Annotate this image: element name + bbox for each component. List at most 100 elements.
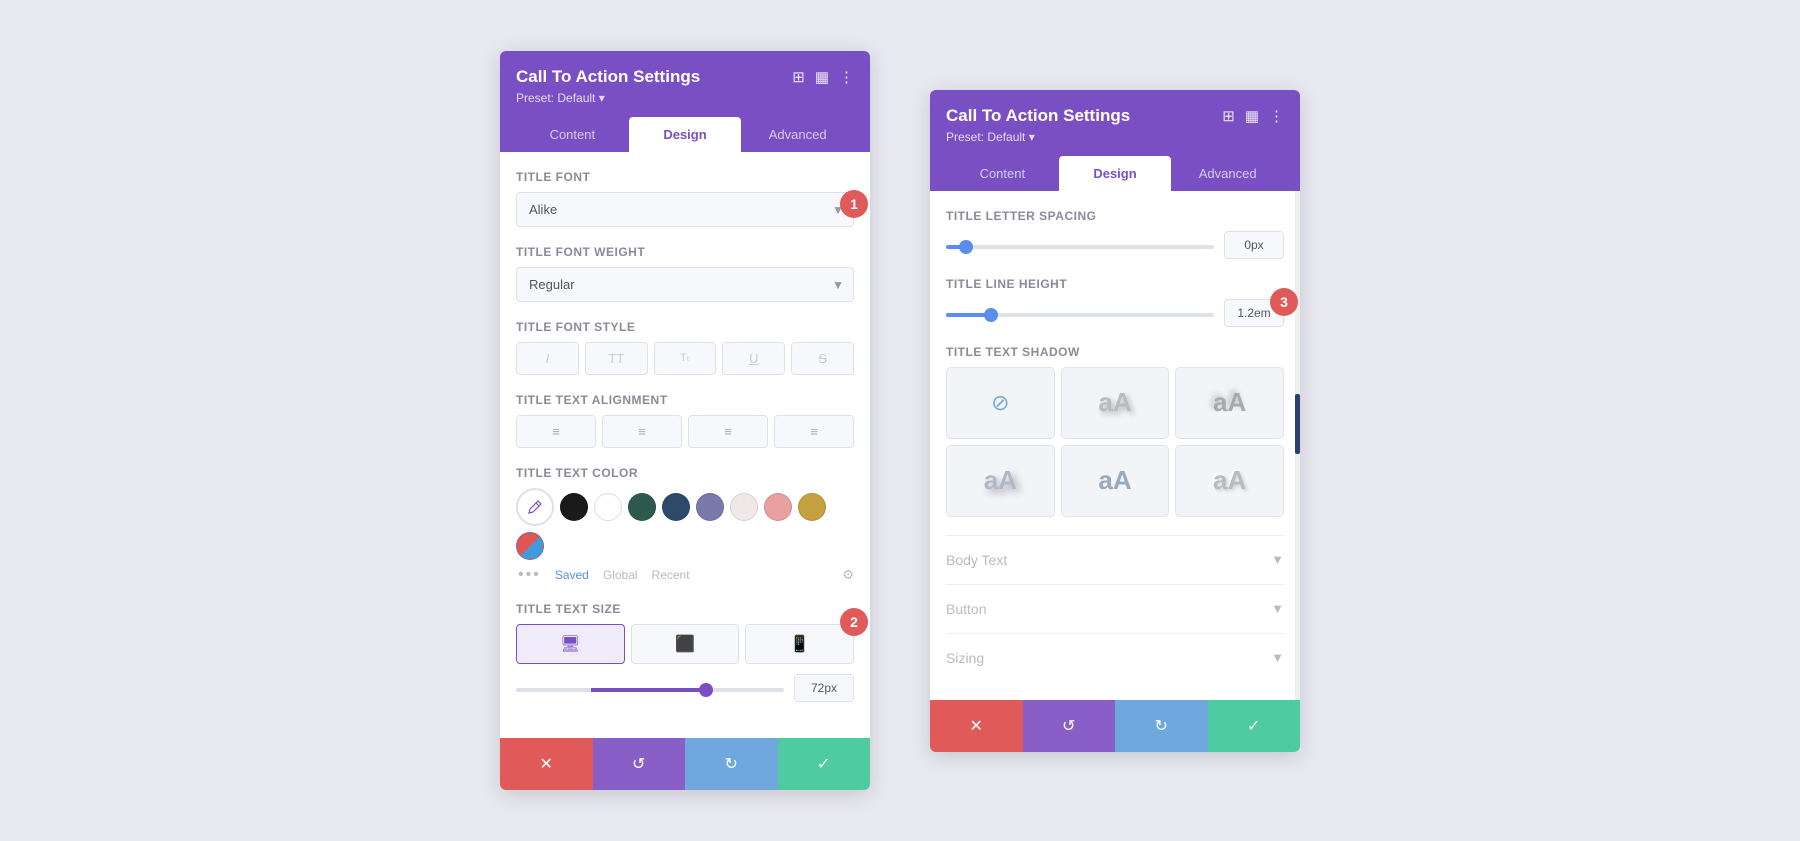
size-slider-wrap [516,679,784,697]
align-left-btn[interactable]: ≡ [516,415,596,448]
right-panel: Call To Action Settings ⊞ ▦ ⋮ Preset: De… [930,90,1300,752]
left-panel: Call To Action Settings ⊞ ▦ ⋮ Preset: De… [500,51,870,790]
title-text-alignment-label: Title Text Alignment [516,393,854,407]
redo-button-left[interactable]: ↻ [685,738,778,790]
left-header-icons: ⊞ ▦ ⋮ [792,68,854,86]
device-desktop-btn[interactable]: 🖥 [516,624,625,664]
redo-button-right[interactable]: ↻ [1115,700,1208,752]
shadow-text-2: aA [1213,387,1246,418]
shadow-text-3: aA [984,465,1017,496]
undo-button-right[interactable]: ↺ [1023,700,1116,752]
letter-spacing-value[interactable]: 0px [1224,231,1284,259]
left-preset: Preset: Default ▾ [516,91,854,105]
tab-design-left[interactable]: Design [629,117,742,152]
title-text-shadow-label: Title Text Shadow [946,345,1284,359]
color-tab-recent[interactable]: Recent [652,568,690,582]
right-header-top: Call To Action Settings ⊞ ▦ ⋮ [946,106,1284,126]
tab-content-left[interactable]: Content [516,117,629,152]
confirm-button-left[interactable]: ✓ [778,738,871,790]
align-justify-btn[interactable]: ≡ [774,415,854,448]
shadow-style-5[interactable]: aA [1175,445,1284,517]
tab-content-right[interactable]: Content [946,156,1059,191]
body-text-section[interactable]: Body Text ▼ [946,535,1284,584]
letter-spacing-slider-wrap [946,236,1214,254]
title-text-color-label: Title Text Color [516,466,854,480]
line-height-slider-row: 1.2em [946,299,1284,327]
title-line-height-label: Title Line Height [946,277,1284,291]
left-tabs: Content Design Advanced [516,117,854,152]
cancel-button-left[interactable]: ✕ [500,738,593,790]
left-panel-header: Call To Action Settings ⊞ ▦ ⋮ Preset: De… [500,51,870,152]
color-green[interactable] [628,493,656,521]
style-btn-uppercase[interactable]: TT [585,342,648,375]
style-btn-underline[interactable]: U [722,342,785,375]
align-center-btn[interactable]: ≡ [602,415,682,448]
color-pink[interactable] [764,493,792,521]
color-tab-global[interactable]: Global [603,568,638,582]
title-size-slider[interactable] [516,688,784,692]
focus-icon[interactable]: ⊞ [792,68,805,86]
style-btn-lowercase[interactable]: Tₜ [654,342,717,375]
shadow-grid: ⊘ aA aA aA aA aA [946,367,1284,517]
size-slider-value[interactable]: 72px [794,674,854,702]
color-red[interactable] [516,532,544,560]
line-height-slider[interactable] [946,313,1214,317]
style-btn-strikethrough[interactable]: S [791,342,854,375]
color-navy[interactable] [662,493,690,521]
right-panel-header: Call To Action Settings ⊞ ▦ ⋮ Preset: De… [930,90,1300,191]
title-line-height-group: Title Line Height 1.2em 3 [946,277,1284,327]
align-buttons: ≡ ≡ ≡ ≡ [516,415,854,448]
left-panel-title: Call To Action Settings [516,67,700,87]
shadow-style-2[interactable]: aA [1175,367,1284,439]
columns-icon[interactable]: ▦ [815,68,829,86]
title-text-shadow-group: Title Text Shadow ⊘ aA aA aA aA aA [946,345,1284,517]
eyedropper-icon [528,500,542,514]
body-text-label: Body Text [946,552,1007,568]
color-tab-saved[interactable]: Saved [555,568,589,582]
tab-advanced-right[interactable]: Advanced [1171,156,1284,191]
shadow-style-1[interactable]: aA [1061,367,1170,439]
tab-design-right[interactable]: Design [1059,156,1172,191]
sizing-section[interactable]: Sizing ▼ [946,633,1284,682]
shadow-text-4: aA [1098,465,1131,496]
more-icon[interactable]: ⋮ [839,68,854,86]
more-icon-right[interactable]: ⋮ [1269,107,1284,125]
columns-icon-right[interactable]: ▦ [1245,107,1259,125]
shadow-text-1: aA [1098,387,1131,418]
title-letter-spacing-label: Title Letter Spacing [946,209,1284,223]
letter-spacing-slider[interactable] [946,245,1214,249]
title-font-label: Title Font [516,170,854,184]
color-picker-btn[interactable] [516,488,554,526]
style-btn-italic[interactable]: I [516,342,579,375]
color-settings-icon[interactable]: ⚙ [842,567,854,583]
color-gold[interactable] [798,493,826,521]
shadow-style-3[interactable]: aA [946,445,1055,517]
scrollbar-track [1295,191,1300,700]
tab-advanced-left[interactable]: Advanced [741,117,854,152]
button-arrow: ▼ [1271,601,1284,616]
device-tablet-btn[interactable]: ⬛ [631,624,740,664]
undo-button-left[interactable]: ↺ [593,738,686,790]
shadow-none[interactable]: ⊘ [946,367,1055,439]
color-purple[interactable] [696,493,724,521]
color-white[interactable] [594,493,622,521]
color-more-dots[interactable]: ••• [518,566,541,584]
cancel-button-right[interactable]: ✕ [930,700,1023,752]
device-mobile-btn[interactable]: 📱 [745,624,854,664]
title-font-select[interactable]: Alike [516,192,854,227]
focus-icon-right[interactable]: ⊞ [1222,107,1235,125]
color-black[interactable] [560,493,588,521]
align-right-btn[interactable]: ≡ [688,415,768,448]
color-pink-light[interactable] [730,493,758,521]
title-font-weight-select-wrap: Regular ▼ [516,267,854,302]
body-text-arrow: ▼ [1271,552,1284,567]
scrollbar-thumb [1295,394,1300,454]
badge-3: 3 [1270,288,1298,316]
confirm-button-right[interactable]: ✓ [1208,700,1301,752]
title-text-color-group: Title Text Color ••• [516,466,854,584]
button-section[interactable]: Button ▼ [946,584,1284,633]
shadow-style-4[interactable]: aA [1061,445,1170,517]
badge-1: 1 [840,190,868,218]
right-preset: Preset: Default ▾ [946,130,1284,144]
title-font-weight-select[interactable]: Regular [516,267,854,302]
